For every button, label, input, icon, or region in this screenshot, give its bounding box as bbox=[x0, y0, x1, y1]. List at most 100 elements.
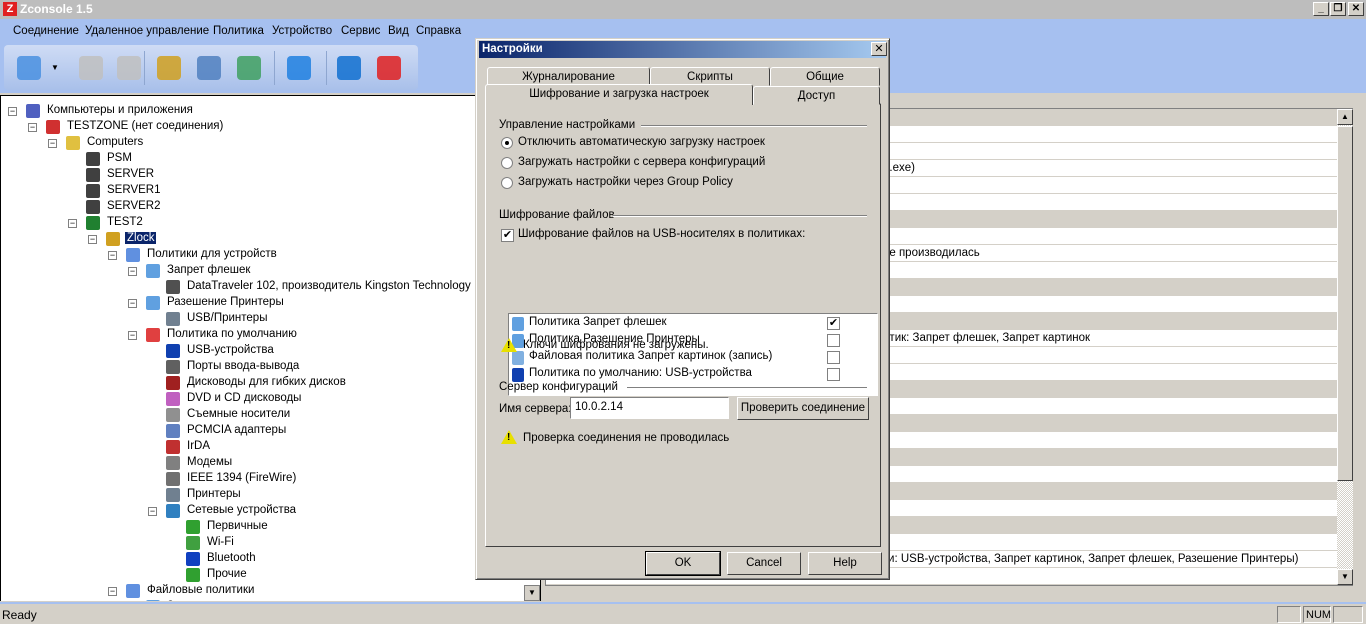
help-icon[interactable] bbox=[334, 53, 364, 83]
menu-item[interactable]: Соединение bbox=[13, 25, 79, 37]
help-button[interactable]: Help bbox=[808, 552, 882, 575]
status-bar: Ready NUM bbox=[0, 602, 1366, 624]
tab-general[interactable]: Общие bbox=[770, 67, 880, 86]
tree-item[interactable]: USB-устройства bbox=[1, 343, 540, 359]
scroll-up-button[interactable]: ▲ bbox=[1337, 109, 1353, 125]
tab-encryption[interactable]: Шифрование и загрузка настроек bbox=[485, 84, 753, 105]
tree-item[interactable]: − Политики для устройств bbox=[1, 247, 540, 263]
expand-toggle[interactable]: − bbox=[68, 219, 77, 228]
tree-item[interactable]: SERVER2 bbox=[1, 199, 540, 215]
tree-item[interactable]: DVD и CD дисководы bbox=[1, 391, 540, 407]
other-network-icon bbox=[186, 568, 200, 582]
tree-item[interactable]: − Zlock bbox=[1, 231, 540, 247]
radio-load-group-policy[interactable] bbox=[501, 177, 513, 189]
add-computer-icon[interactable] bbox=[14, 53, 44, 83]
policy-checkbox[interactable]: ✔ bbox=[827, 317, 840, 330]
tree-item[interactable]: IrDA bbox=[1, 439, 540, 455]
zlock-settings-icon[interactable] bbox=[154, 53, 184, 83]
encryption-checkbox[interactable]: ✔ bbox=[501, 229, 514, 242]
tree-item[interactable]: SERVER1 bbox=[1, 183, 540, 199]
tree-item-label: Запрет флешек bbox=[167, 264, 251, 276]
tab-access[interactable]: Доступ bbox=[753, 86, 880, 105]
tree-item[interactable]: − Компьютеры и приложения bbox=[1, 103, 540, 119]
scroll-thumb[interactable] bbox=[1337, 126, 1353, 481]
add-dropdown-icon[interactable]: ▼ bbox=[51, 63, 59, 72]
tree-item[interactable]: Съемные носители bbox=[1, 407, 540, 423]
tree-item[interactable]: IEEE 1394 (FireWire) bbox=[1, 471, 540, 487]
tree-item[interactable]: Порты ввода-вывода bbox=[1, 359, 540, 375]
tree-item[interactable]: − Файловые политики bbox=[1, 583, 540, 599]
expand-toggle[interactable]: − bbox=[28, 123, 37, 132]
tree-item[interactable]: USB/Принтеры bbox=[1, 311, 540, 327]
expand-toggle[interactable]: − bbox=[108, 251, 117, 260]
scroll-down-button[interactable]: ▼ bbox=[1337, 569, 1353, 585]
tree-view[interactable]: − Компьютеры и приложения − TESTZONE (нет с… bbox=[0, 95, 541, 601]
close-button[interactable]: ✕ bbox=[1348, 2, 1364, 16]
radio-load-from-server[interactable] bbox=[501, 157, 513, 169]
expand-toggle[interactable]: − bbox=[128, 331, 137, 340]
tree-item[interactable]: Модемы bbox=[1, 455, 540, 471]
menu-item[interactable]: Удаленное управление bbox=[85, 25, 209, 37]
remove-computer-icon[interactable] bbox=[76, 53, 106, 83]
check-connection-button[interactable]: Проверить соединение bbox=[737, 397, 869, 420]
tree-item-label: Модемы bbox=[187, 456, 233, 468]
refresh-icon[interactable] bbox=[284, 53, 314, 83]
expand-toggle[interactable]: − bbox=[128, 267, 137, 276]
tree-item[interactable]: Первичные bbox=[1, 519, 540, 535]
settings-dialog: Настройки ✕ Журналирование Скрипты Общие… bbox=[475, 38, 890, 580]
menu-item[interactable]: Политика bbox=[213, 25, 264, 37]
tree-item[interactable]: Прочие bbox=[1, 567, 540, 583]
tree-item[interactable]: Запрет картинок bbox=[1, 599, 540, 601]
cancel-button[interactable]: Cancel bbox=[727, 552, 801, 575]
minimize-button[interactable]: _ bbox=[1313, 2, 1329, 16]
policy-checkbox[interactable] bbox=[827, 351, 840, 364]
ok-button[interactable]: OK bbox=[645, 551, 721, 576]
sync-settings-icon[interactable] bbox=[234, 53, 264, 83]
tree-item[interactable]: Wi-Fi bbox=[1, 535, 540, 551]
radio-disable-auto-load[interactable] bbox=[501, 137, 513, 149]
encryption-group-label: Шифрование файлов bbox=[499, 209, 615, 221]
tree-item[interactable]: Дисководы для гибких дисков bbox=[1, 375, 540, 391]
edit-computer-icon[interactable] bbox=[114, 53, 144, 83]
tree-item[interactable]: − TESTZONE (нет соединения) bbox=[1, 119, 540, 135]
computer-icon bbox=[86, 200, 100, 214]
tree-item-label: DataTraveler 102, производитель Kingston… bbox=[187, 280, 471, 292]
policy-checkbox[interactable] bbox=[827, 368, 840, 381]
tree-item-label: Политики для устройств bbox=[147, 248, 277, 260]
tree-item[interactable]: − Политика по умолчанию bbox=[1, 327, 540, 343]
tree-item[interactable]: − Запрет флешек bbox=[1, 263, 540, 279]
tree-item[interactable]: − Сетевые устройства bbox=[1, 503, 540, 519]
menu-item[interactable]: Сервис bbox=[341, 25, 380, 37]
menu-item[interactable]: Вид bbox=[388, 25, 409, 37]
restore-button[interactable]: ❐ bbox=[1330, 2, 1346, 16]
tree-item-label: USB-устройства bbox=[187, 344, 274, 356]
expand-toggle[interactable]: − bbox=[108, 587, 117, 596]
tree-scroll-down[interactable]: ▼ bbox=[524, 585, 540, 601]
menu-item[interactable]: Справка bbox=[416, 25, 461, 37]
tree-item[interactable]: − Computers bbox=[1, 135, 540, 151]
tree-item[interactable]: − Разешение Принтеры bbox=[1, 295, 540, 311]
expand-toggle[interactable]: − bbox=[128, 299, 137, 308]
server-name-input[interactable]: 10.0.2.14 bbox=[570, 397, 729, 419]
policy-settings-icon[interactable] bbox=[194, 53, 224, 83]
expand-toggle[interactable]: − bbox=[148, 507, 157, 516]
menu-item[interactable]: Устройство bbox=[272, 25, 332, 37]
policy-checkbox[interactable] bbox=[827, 334, 840, 347]
zconsole-icon[interactable] bbox=[374, 53, 404, 83]
app-titlebar: Z Zconsole 1.5 _ ❐ ✕ bbox=[0, 0, 1366, 19]
tree-item-label: Съемные носители bbox=[187, 408, 291, 420]
tree-item[interactable]: Bluetooth bbox=[1, 551, 540, 567]
expand-toggle[interactable]: − bbox=[8, 107, 17, 116]
tree-item[interactable]: SERVER bbox=[1, 167, 540, 183]
list-scrollbar[interactable]: ▲ ▼ bbox=[1337, 109, 1353, 585]
tree-item[interactable]: DataTraveler 102, производитель Kingston… bbox=[1, 279, 540, 295]
tree-item[interactable]: PCMCIA адаптеры bbox=[1, 423, 540, 439]
tree-item[interactable]: Принтеры bbox=[1, 487, 540, 503]
expand-toggle[interactable]: − bbox=[88, 235, 97, 244]
dialog-close-button[interactable]: ✕ bbox=[871, 42, 887, 56]
expand-toggle[interactable]: − bbox=[48, 139, 57, 148]
tree-item-label: SERVER2 bbox=[107, 200, 161, 212]
tree-item[interactable]: − TEST2 bbox=[1, 215, 540, 231]
tree-item[interactable]: PSM bbox=[1, 151, 540, 167]
tree-item-label: IrDA bbox=[187, 440, 210, 452]
